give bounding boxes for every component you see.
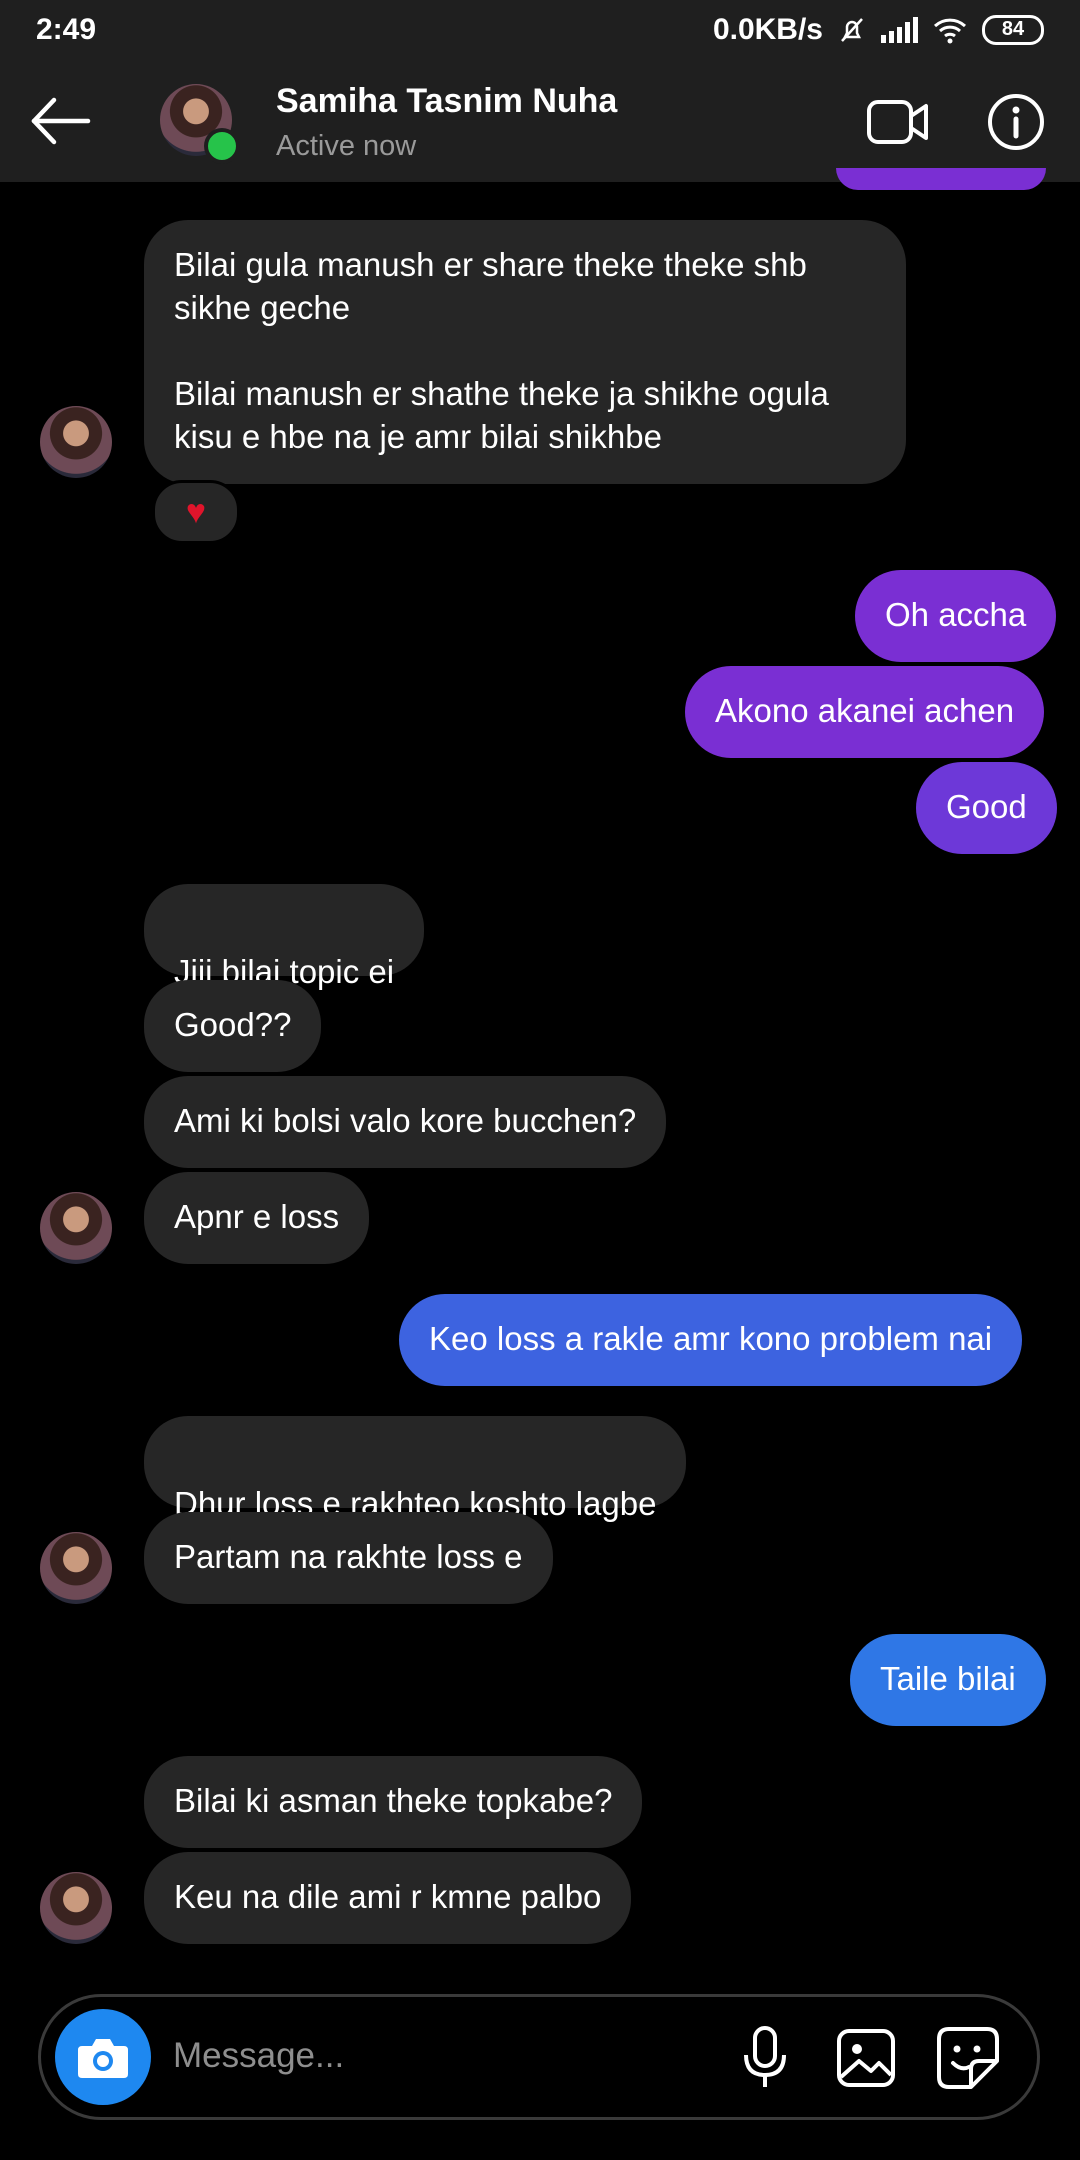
message-incoming[interactable]: Ami ki bolsi valo kore bucchen? bbox=[144, 1076, 667, 1168]
message-outgoing[interactable]: Taile bilai bbox=[850, 1634, 1046, 1726]
sender-avatar[interactable] bbox=[40, 1872, 112, 1944]
previous-message-peek bbox=[836, 168, 1046, 190]
message-incoming[interactable]: Dhur loss e rakhteo koshto lagbe bbox=[144, 1416, 687, 1566]
network-speed: 0.0KB/s bbox=[712, 13, 823, 46]
message-composer bbox=[38, 1994, 1040, 2120]
message-outgoing[interactable]: Keo loss a rakle amr kono problem nai bbox=[399, 1294, 1023, 1386]
contact-avatar[interactable] bbox=[160, 84, 240, 164]
signal-icon bbox=[881, 17, 918, 43]
contact-name[interactable]: Samiha Tasnim Nuha bbox=[276, 82, 617, 121]
status-icons: 0.0KB/s 84 bbox=[713, 13, 1044, 47]
back-arrow-icon[interactable] bbox=[28, 88, 94, 154]
microphone-icon[interactable] bbox=[735, 2025, 795, 2091]
message-incoming[interactable]: Bilai ki asman theke topkabe? bbox=[144, 1756, 643, 1848]
sender-avatar[interactable] bbox=[40, 406, 112, 478]
online-indicator bbox=[204, 128, 240, 164]
info-icon[interactable] bbox=[986, 92, 1046, 152]
chat-header: Samiha Tasnim Nuha Active now bbox=[0, 60, 1080, 182]
sender-avatar[interactable] bbox=[40, 1192, 112, 1264]
message-incoming[interactable]: Apnr e loss bbox=[144, 1172, 370, 1264]
wifi-icon bbox=[933, 18, 967, 44]
message-incoming[interactable]: Keu na dile ami r kmne palbo bbox=[144, 1852, 632, 1944]
message-outgoing[interactable]: Akono akanei achen bbox=[685, 666, 1045, 758]
status-bar: 2:49 0.0KB/s 84 bbox=[0, 0, 1080, 60]
camera-icon bbox=[78, 2039, 128, 2078]
mute-bell-icon bbox=[841, 18, 863, 42]
message-incoming[interactable]: Partam na rakhte loss e bbox=[144, 1512, 553, 1604]
gallery-icon[interactable] bbox=[835, 2027, 897, 2089]
message-outgoing[interactable]: Good bbox=[916, 762, 1057, 854]
status-time: 2:49 bbox=[36, 13, 97, 46]
message-incoming[interactable]: Jiii bilai topic ei bbox=[144, 884, 425, 1034]
message-input[interactable] bbox=[171, 2025, 615, 2087]
camera-button[interactable] bbox=[55, 2009, 151, 2105]
sender-avatar[interactable] bbox=[40, 1532, 112, 1604]
reaction-heart-icon[interactable]: ♥ bbox=[152, 480, 240, 544]
battery-icon: 84 bbox=[982, 15, 1044, 45]
video-call-icon[interactable] bbox=[866, 94, 930, 150]
contact-status: Active now bbox=[276, 130, 417, 162]
sticker-icon[interactable] bbox=[935, 2025, 1001, 2091]
message-incoming[interactable]: Bilai gula manush er share theke theke s… bbox=[144, 220, 906, 484]
message-outgoing[interactable]: Oh accha bbox=[855, 570, 1057, 662]
message-incoming[interactable]: Good?? bbox=[144, 980, 322, 1072]
